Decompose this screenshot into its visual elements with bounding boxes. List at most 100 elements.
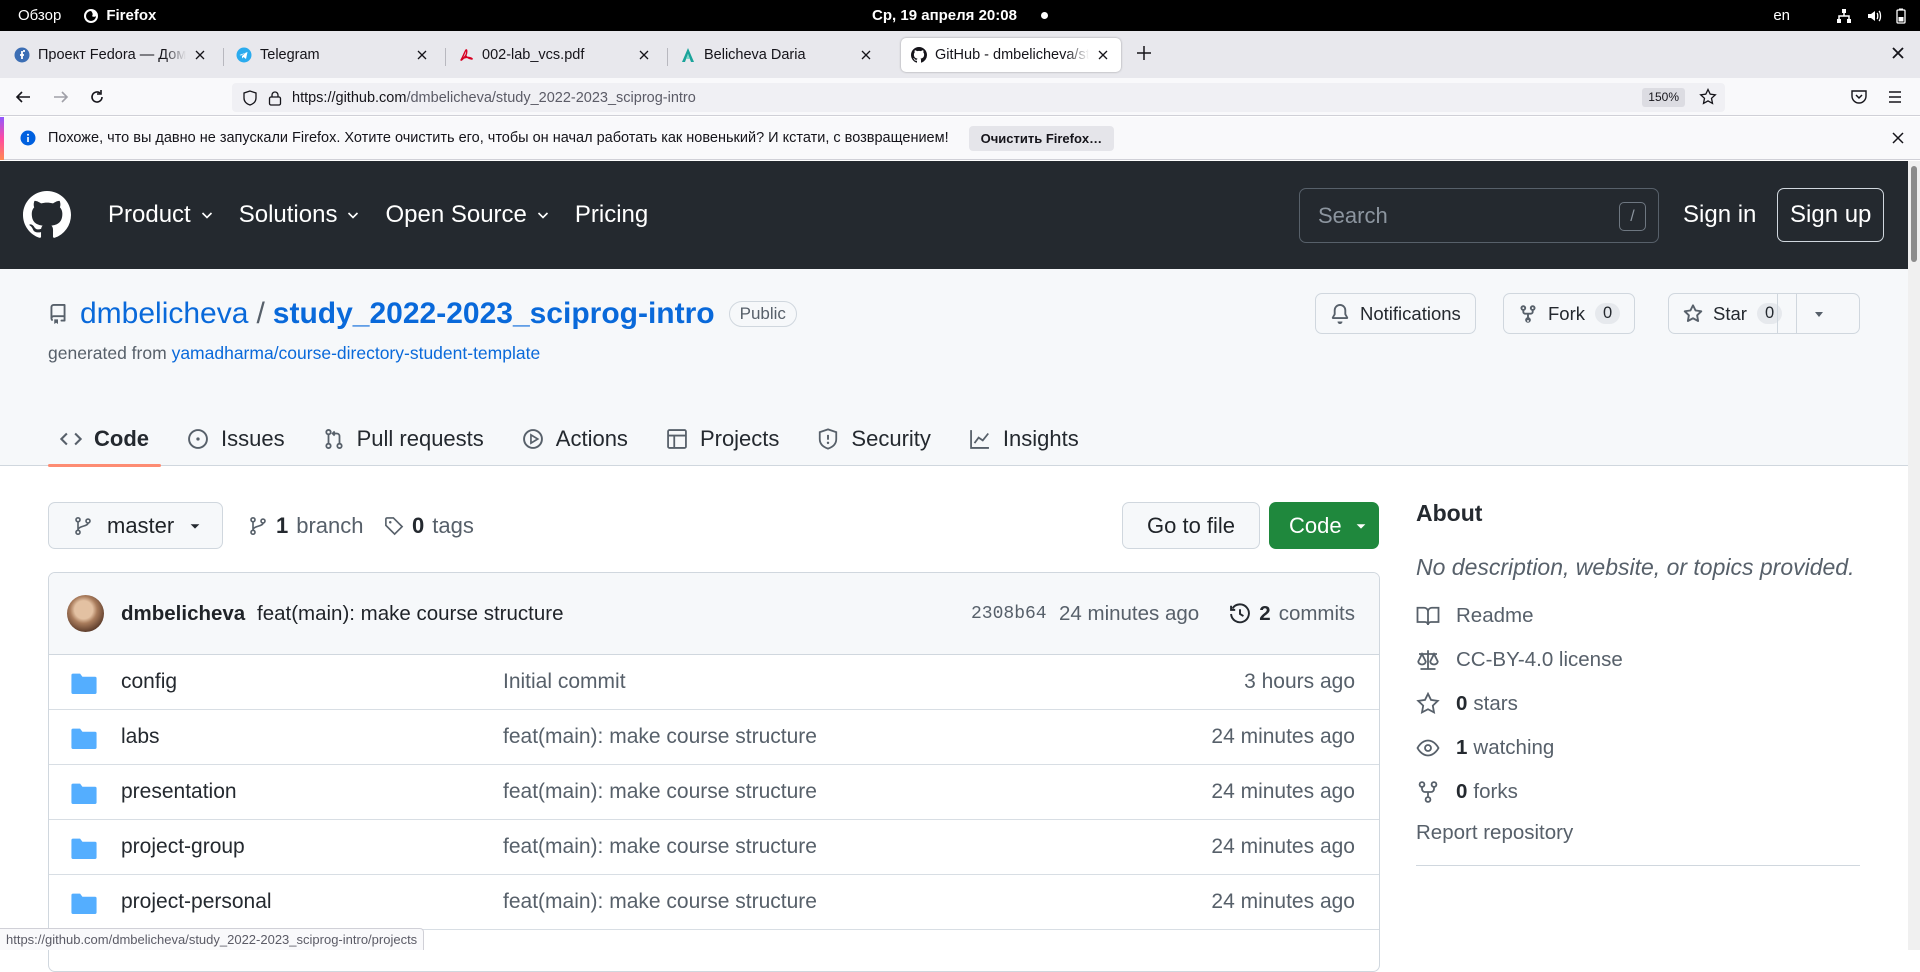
language-indicator[interactable]: en [1773, 7, 1790, 24]
forks-link[interactable]: 0 forks [1416, 777, 1860, 807]
readme-link[interactable]: Readme [1416, 601, 1860, 631]
go-to-file-button[interactable]: Go to file [1122, 502, 1261, 549]
bookmark-star-icon[interactable] [1699, 88, 1717, 106]
file-row[interactable]: project-group feat(main): make course str… [49, 820, 1379, 875]
nav-solutions[interactable]: Solutions [239, 201, 362, 229]
sign-up-button[interactable]: Sign up [1777, 188, 1885, 242]
reload-icon[interactable] [88, 88, 106, 106]
url-bar[interactable]: https://github.com/dmbelicheva/study_202… [232, 83, 1725, 112]
repo-owner-link[interactable]: dmbelicheva [80, 297, 248, 331]
stars-link[interactable]: 0 stars [1416, 689, 1860, 719]
telegram-icon [236, 47, 252, 63]
license-label: CC-BY-4.0 license [1456, 648, 1623, 671]
page-scrollbar[interactable] [1908, 161, 1920, 950]
scrollbar-thumb[interactable] [1911, 166, 1917, 262]
watching-link[interactable]: 1 watching [1416, 733, 1860, 763]
clock-text: Ср, 19 апреля 20:08 [872, 7, 1017, 24]
notification-bar: Похоже, что вы давно не запускали Firefo… [0, 117, 1920, 160]
tracking-protection-icon[interactable] [242, 89, 258, 106]
branch-selector[interactable]: master [48, 502, 224, 549]
code-toolbar: master 1 branch 0 tags Go to file Code [48, 502, 1380, 549]
file-commit-message[interactable]: feat(main): make course structure [503, 835, 817, 859]
network-icon[interactable] [1836, 8, 1852, 24]
visibility-badge: Public [728, 301, 797, 327]
chevron-down-icon [527, 207, 551, 223]
close-tab-icon[interactable] [1095, 47, 1111, 63]
repo-name-link[interactable]: study_2022-2023_sciprog-intro [273, 297, 715, 331]
branches-link[interactable]: 1 branch [248, 502, 364, 549]
browser-tab[interactable]: Belicheva Daria [670, 38, 884, 72]
search-input[interactable]: Search / [1299, 188, 1659, 243]
avatar[interactable] [67, 595, 104, 632]
nav-product[interactable]: Product [108, 201, 215, 229]
back-icon[interactable] [14, 88, 32, 106]
notifications-button[interactable]: Notifications [1315, 293, 1476, 334]
file-commit-message[interactable]: feat(main): make course structure [503, 725, 817, 749]
commit-sha[interactable]: 2308b64 [971, 604, 1047, 624]
pocket-icon[interactable] [1850, 88, 1868, 106]
volume-icon[interactable] [1866, 8, 1882, 24]
zoom-level[interactable]: 150% [1642, 88, 1685, 107]
file-commit-message[interactable]: feat(main): make course structure [503, 890, 817, 914]
close-tab-icon[interactable] [414, 47, 430, 63]
tab-title: Belicheva Daria [704, 47, 806, 63]
app-menu[interactable]: Firefox [83, 7, 156, 24]
tab-security[interactable]: Security [805, 411, 942, 466]
tags-link[interactable]: 0 tags [384, 502, 474, 549]
nav-open-source[interactable]: Open Source [385, 201, 550, 229]
file-name[interactable]: presentation [121, 780, 237, 804]
file-commit-message[interactable]: Initial commit [503, 670, 626, 694]
close-tab-icon[interactable] [858, 47, 874, 63]
table-icon [666, 428, 688, 450]
repo-path-separator: / [256, 297, 265, 330]
eye-icon [1416, 736, 1440, 760]
template-link[interactable]: yamadharma/course-directory-student-temp… [172, 343, 541, 363]
site-icon [680, 47, 696, 63]
sign-in-link[interactable]: Sign in [1683, 201, 1756, 229]
lock-icon[interactable] [268, 90, 282, 106]
file-name[interactable]: labs [121, 725, 160, 749]
file-name[interactable]: project-group [121, 835, 245, 859]
browser-tab-active[interactable]: GitHub - dmbelicheva/study_2022-2023_sci… [901, 38, 1121, 72]
file-row[interactable]: labs feat(main): make course structure 24 … [49, 710, 1379, 765]
file-row[interactable]: presentation feat(main): make course stru… [49, 765, 1379, 820]
commits-label: commits [1278, 601, 1355, 625]
tab-actions[interactable]: Actions [510, 411, 640, 466]
tab-code[interactable]: Code [48, 411, 161, 467]
file-row[interactable]: project-personal feat(main): make course … [49, 875, 1379, 930]
file-commit-message[interactable]: feat(main): make course structure [503, 780, 817, 804]
commits-link[interactable]: 2 commits [1229, 602, 1355, 626]
file-name[interactable]: project-personal [121, 890, 272, 914]
tab-issues[interactable]: Issues [175, 411, 297, 466]
tab-insights[interactable]: Insights [957, 411, 1091, 466]
report-repository-link[interactable]: Report repository [1416, 821, 1860, 845]
browser-tab[interactable]: 002-lab_vcs.pdf [448, 38, 662, 72]
new-tab-icon[interactable] [1135, 44, 1153, 62]
license-link[interactable]: CC-BY-4.0 license [1416, 645, 1860, 675]
commit-message[interactable]: feat(main): make course structure [257, 602, 563, 626]
browser-tab[interactable]: Проект Fedora — Домашняя [4, 38, 218, 72]
refresh-firefox-button[interactable]: Очистить Firefox… [968, 125, 1115, 151]
file-name[interactable]: config [121, 670, 177, 694]
fork-button[interactable]: Fork 0 [1503, 293, 1636, 334]
code-dropdown-button[interactable]: Code [1269, 502, 1379, 549]
close-window-icon[interactable] [1890, 45, 1906, 61]
branch-icon [248, 516, 268, 536]
battery-icon[interactable] [1896, 8, 1906, 24]
activities-button[interactable]: Обзор [18, 7, 61, 24]
close-notification-icon[interactable] [1890, 130, 1906, 146]
menu-icon[interactable] [1886, 88, 1904, 106]
browser-tab[interactable]: Telegram [226, 38, 440, 72]
tab-strip: Проект Fedora — Домашняя Telegram 002-la… [0, 31, 1920, 78]
clock[interactable]: Ср, 19 апреля 20:08 [0, 0, 1920, 31]
close-tab-icon[interactable] [636, 47, 652, 63]
forward-icon[interactable] [52, 88, 70, 106]
commit-author[interactable]: dmbelicheva [121, 602, 245, 626]
tab-pull-requests[interactable]: Pull requests [311, 411, 496, 466]
nav-pricing[interactable]: Pricing [575, 201, 648, 229]
close-tab-icon[interactable] [192, 47, 208, 63]
star-list-dropdown[interactable] [1777, 293, 1860, 334]
github-logo-icon[interactable] [23, 191, 71, 239]
file-row[interactable]: config Initial commit 3 hours ago [49, 655, 1379, 710]
tab-projects[interactable]: Projects [654, 411, 791, 466]
